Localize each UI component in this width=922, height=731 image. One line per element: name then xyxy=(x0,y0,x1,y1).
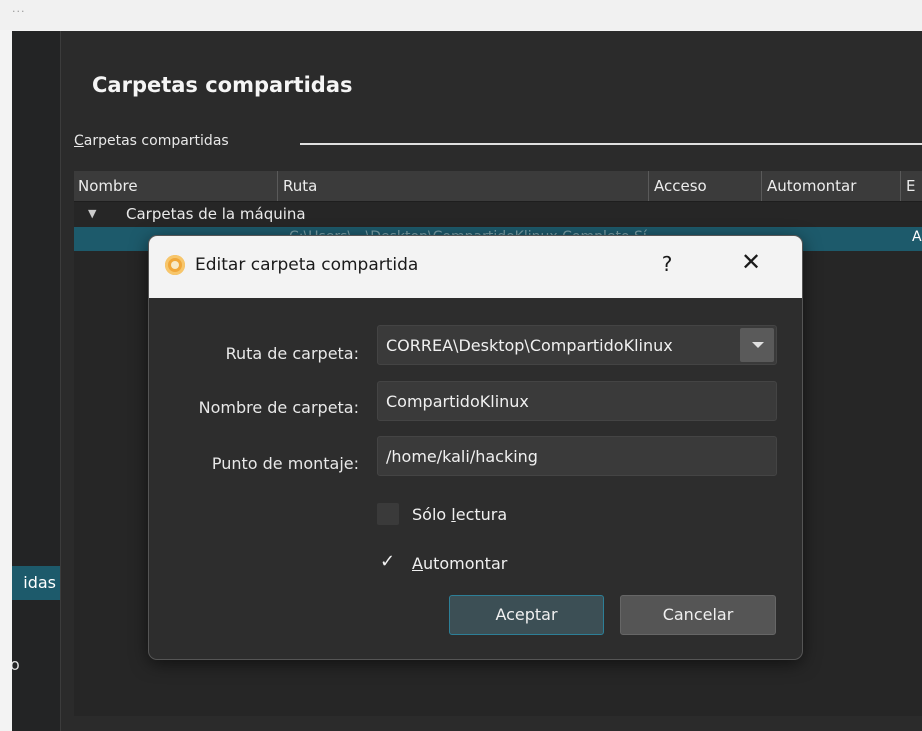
automount-label-post: utomontar xyxy=(422,554,508,573)
mount-point-value: /home/kali/hacking xyxy=(386,447,538,466)
table-header: Nombre Ruta Acceso Automontar E xyxy=(74,171,922,202)
column-header-access[interactable]: Acceso xyxy=(648,171,761,201)
dialog-title: Editar carpeta compartida xyxy=(195,255,419,275)
sidebar-item-label: idas xyxy=(23,573,56,592)
accept-button[interactable]: Aceptar xyxy=(449,595,604,635)
folder-path-label: Ruta de carpeta: xyxy=(225,344,359,363)
column-header-path[interactable]: Ruta xyxy=(277,171,648,201)
automount-checkbox[interactable]: ✓ xyxy=(377,551,399,574)
folder-path-value: CORREA\Desktop\CompartidoKlinux xyxy=(386,336,673,355)
checkmark-icon: ✓ xyxy=(380,551,396,572)
top-strip: ... xyxy=(0,0,922,30)
column-header-automount[interactable]: Automontar xyxy=(761,171,900,201)
automount-label-accelerator: A xyxy=(412,554,423,573)
mount-point-input[interactable]: /home/kali/hacking xyxy=(377,436,777,476)
folder-path-dropdown-button[interactable] xyxy=(740,328,774,362)
readonly-label-post: ectura xyxy=(455,505,508,524)
sidebar-item-label: o xyxy=(12,655,20,674)
sidebar-item-next[interactable]: o xyxy=(12,648,60,682)
tree-group-row[interactable]: ▼ Carpetas de la máquina xyxy=(74,201,922,227)
help-button[interactable]: ? xyxy=(657,252,677,276)
top-strip-glyph: ... xyxy=(12,2,26,15)
expand-caret-icon[interactable]: ▼ xyxy=(88,201,96,227)
mount-point-label: Punto de montaje: xyxy=(211,454,359,473)
folder-name-label: Nombre de carpeta: xyxy=(198,398,359,417)
chevron-down-icon xyxy=(752,342,764,348)
folder-path-combobox[interactable]: CORREA\Desktop\CompartidoKlinux xyxy=(377,325,777,365)
readonly-label[interactable]: Sólo lectura xyxy=(412,505,507,524)
tree-group-label: Carpetas de la máquina xyxy=(126,205,306,223)
group-label-accelerator: C xyxy=(74,133,84,149)
automount-label[interactable]: Automontar xyxy=(412,554,507,573)
sidebar: idas o xyxy=(12,31,61,731)
selected-row-tail: A xyxy=(912,229,922,245)
cancel-button[interactable]: Cancelar xyxy=(620,595,776,635)
group-label-text: arpetas compartidas xyxy=(83,133,229,149)
column-header-extra[interactable]: E xyxy=(900,171,922,201)
dialog-titlebar: Editar carpeta compartida ? ✕ xyxy=(149,236,802,298)
readonly-checkbox[interactable] xyxy=(377,503,399,525)
readonly-label-pre: Sólo xyxy=(412,505,452,524)
column-header-name[interactable]: Nombre xyxy=(74,171,277,201)
page-title: Carpetas compartidas xyxy=(92,73,353,97)
close-button[interactable]: ✕ xyxy=(739,248,763,276)
group-divider xyxy=(300,143,922,145)
edit-shared-folder-dialog: Editar carpeta compartida ? ✕ Ruta de ca… xyxy=(149,236,802,659)
folder-name-input[interactable]: CompartidoKlinux xyxy=(377,381,777,421)
sidebar-item-shared-folders[interactable]: idas xyxy=(12,566,60,600)
virtualbox-icon xyxy=(165,255,185,275)
shared-folders-group-label: Carpetas compartidas xyxy=(74,133,229,149)
folder-name-value: CompartidoKlinux xyxy=(386,392,529,411)
